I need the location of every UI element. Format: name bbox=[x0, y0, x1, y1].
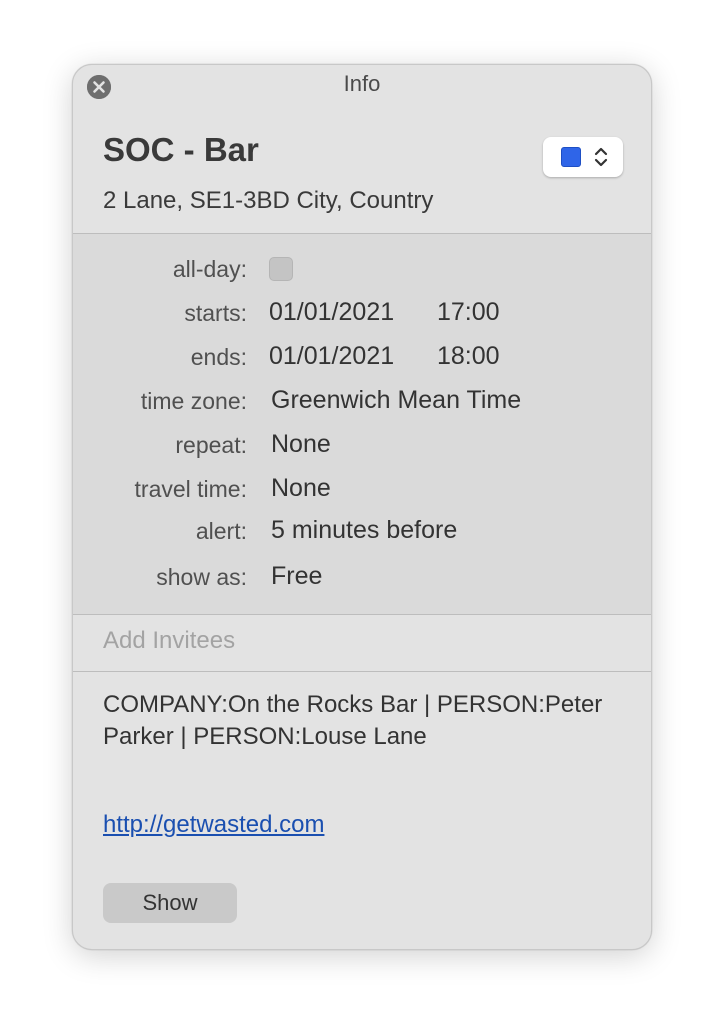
repeat-row: repeat: None bbox=[73, 428, 651, 462]
alert-row: alert: 5 minutes before bbox=[73, 514, 651, 548]
all-day-row: all-day: bbox=[73, 252, 651, 286]
event-url-link[interactable]: http://getwasted.com bbox=[103, 811, 324, 839]
starts-date[interactable]: 01/01/2021 bbox=[269, 298, 394, 327]
ends-date[interactable]: 01/01/2021 bbox=[269, 342, 394, 371]
calendar-color-swatch bbox=[561, 147, 581, 167]
show-button[interactable]: Show bbox=[103, 883, 237, 923]
show-as-value[interactable]: Free bbox=[271, 562, 322, 591]
event-details: all-day: starts: 01/01/2021 17:00 ends: … bbox=[73, 233, 651, 615]
repeat-label: repeat: bbox=[175, 432, 247, 458]
titlebar: Info bbox=[73, 65, 651, 105]
time-zone-value[interactable]: Greenwich Mean Time bbox=[271, 386, 521, 415]
chevron-up-down-icon bbox=[594, 147, 608, 167]
ends-row: ends: 01/01/2021 18:00 bbox=[73, 340, 651, 374]
window-title: Info bbox=[343, 71, 381, 96]
alert-value[interactable]: 5 minutes before bbox=[271, 516, 457, 545]
alert-label: alert: bbox=[195, 518, 247, 544]
starts-time[interactable]: 17:00 bbox=[437, 298, 500, 327]
event-info-window: Info SOC - Bar 2 Lane, SE1-3BD City, Cou… bbox=[72, 64, 652, 950]
show-as-row: show as: Free bbox=[73, 560, 651, 594]
travel-time-label: travel time: bbox=[134, 476, 247, 502]
all-day-checkbox[interactable] bbox=[269, 257, 293, 281]
starts-row: starts: 01/01/2021 17:00 bbox=[73, 296, 651, 330]
all-day-label: all-day: bbox=[172, 256, 247, 282]
travel-time-value[interactable]: None bbox=[271, 474, 331, 503]
time-zone-row: time zone: Greenwich Mean Time bbox=[73, 384, 651, 418]
repeat-value[interactable]: None bbox=[271, 430, 331, 459]
show-as-label: show as: bbox=[156, 564, 247, 590]
ends-label: ends: bbox=[190, 344, 247, 370]
event-title[interactable]: SOC - Bar bbox=[103, 131, 259, 169]
calendar-picker[interactable] bbox=[543, 137, 623, 177]
ends-time[interactable]: 18:00 bbox=[437, 342, 500, 371]
travel-time-row: travel time: None bbox=[73, 472, 651, 506]
invitees-section: Add Invitees bbox=[73, 615, 651, 672]
event-notes[interactable]: COMPANY:On the Rocks Bar | PERSON:Peter … bbox=[103, 689, 623, 753]
time-zone-label: time zone: bbox=[140, 388, 247, 414]
add-invitees-field[interactable]: Add Invitees bbox=[103, 627, 235, 655]
starts-label: starts: bbox=[184, 300, 247, 326]
event-location[interactable]: 2 Lane, SE1-3BD City, Country bbox=[103, 187, 433, 215]
